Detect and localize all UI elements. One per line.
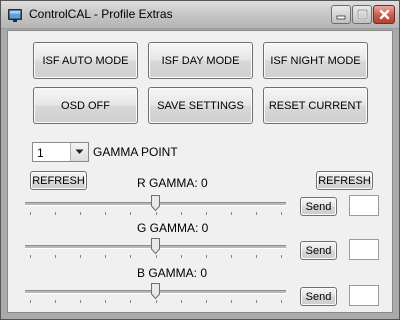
title-bar[interactable]: ControlCAL - Profile Extras (1, 1, 399, 29)
slider-tick (181, 300, 182, 303)
isf-day-mode-button[interactable]: ISF DAY MODE (148, 42, 253, 79)
gamma-point-select[interactable]: 1 (32, 142, 89, 162)
slider-tick (181, 255, 182, 258)
g-gamma-value-field[interactable] (349, 239, 379, 260)
r-gamma-slider[interactable] (25, 194, 286, 216)
slider-tick (181, 212, 182, 215)
isf-night-mode-button[interactable]: ISF NIGHT MODE (263, 42, 368, 79)
osd-off-button[interactable]: OSD OFF (33, 87, 138, 124)
slider-tick (256, 212, 257, 215)
slider-tick (156, 255, 157, 258)
minimize-icon (336, 15, 346, 19)
slider-tick (105, 255, 106, 258)
save-settings-button[interactable]: SAVE SETTINGS (148, 87, 253, 124)
slider-ticks (25, 300, 286, 304)
slider-tick (80, 255, 81, 258)
refresh-left-button[interactable]: REFRESH (30, 171, 87, 190)
slider-tick (80, 300, 81, 303)
dropdown-button[interactable] (70, 143, 88, 161)
b-gamma-send-button[interactable]: Send (300, 287, 337, 306)
slider-tick (206, 255, 207, 258)
maximize-icon (356, 9, 368, 20)
slider-tick (80, 212, 81, 215)
slider-tick (105, 300, 106, 303)
b-gamma-slider[interactable] (25, 282, 286, 304)
r-gamma-send-button[interactable]: Send (300, 197, 337, 216)
slider-tick (55, 212, 56, 215)
slider-tick (281, 212, 282, 215)
slider-thumb[interactable] (151, 283, 160, 299)
slider-tick (105, 212, 106, 215)
b-gamma-value-field[interactable] (349, 285, 379, 306)
slider-tick (30, 300, 31, 303)
reset-current-button[interactable]: RESET CURRENT (263, 87, 368, 124)
minimize-button[interactable] (331, 5, 351, 24)
gamma-point-value: 1 (37, 146, 44, 160)
slider-tick (231, 300, 232, 303)
slider-tick (130, 255, 131, 258)
slider-tick (281, 300, 282, 303)
controlcal-app-icon (8, 9, 22, 22)
refresh-right-button[interactable]: REFRESH (316, 171, 373, 190)
slider-tick (55, 255, 56, 258)
r-gamma-label: R GAMMA: 0 (137, 176, 208, 190)
close-button[interactable] (373, 5, 395, 24)
g-gamma-label: G GAMMA: 0 (137, 221, 209, 235)
slider-tick (156, 300, 157, 303)
slider-tick (130, 300, 131, 303)
maximize-button[interactable] (352, 5, 372, 24)
slider-tick (130, 212, 131, 215)
slider-tick (156, 212, 157, 215)
chevron-down-icon (75, 149, 84, 154)
slider-tick (231, 255, 232, 258)
slider-tick (206, 300, 207, 303)
slider-tick (231, 212, 232, 215)
gamma-point-label: GAMMA POINT (93, 145, 178, 159)
slider-ticks (25, 255, 286, 259)
slider-tick (30, 255, 31, 258)
g-gamma-slider[interactable] (25, 237, 286, 259)
slider-thumb[interactable] (151, 238, 160, 254)
slider-tick (55, 300, 56, 303)
slider-tick (281, 255, 282, 258)
close-icon (379, 9, 389, 20)
slider-tick (30, 212, 31, 215)
slider-tick (206, 212, 207, 215)
window-title: ControlCAL - Profile Extras (29, 7, 173, 21)
slider-tick (256, 255, 257, 258)
b-gamma-label: B GAMMA: 0 (137, 266, 208, 280)
r-gamma-value-field[interactable] (349, 195, 379, 216)
client-area: ISF AUTO MODE ISF DAY MODE ISF NIGHT MOD… (7, 30, 393, 313)
slider-tick (256, 300, 257, 303)
slider-thumb[interactable] (151, 195, 160, 211)
isf-auto-mode-button[interactable]: ISF AUTO MODE (33, 42, 138, 79)
app-window: ControlCAL - Profile Extras ISF AUTO MOD… (0, 0, 400, 320)
slider-ticks (25, 212, 286, 216)
g-gamma-send-button[interactable]: Send (300, 241, 337, 260)
